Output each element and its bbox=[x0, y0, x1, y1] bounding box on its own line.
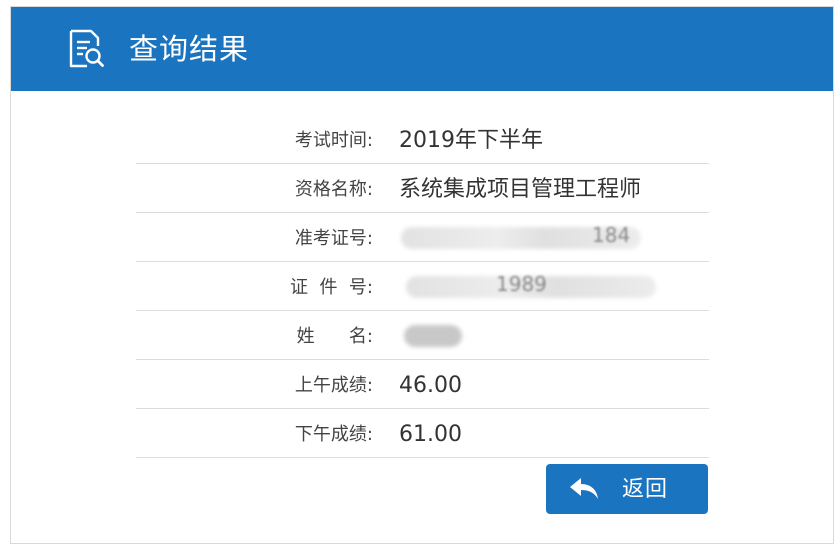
row-afternoon-score: 下午成绩: 61.00 bbox=[136, 409, 709, 458]
header-bar: 查询结果 bbox=[11, 7, 833, 91]
reply-arrow-icon bbox=[570, 478, 598, 499]
row-qualification: 资格名称: 系统集成项目管理工程师 bbox=[136, 164, 709, 213]
row-value: 46.00 bbox=[399, 373, 462, 398]
row-label: 姓 名: bbox=[296, 326, 373, 347]
row-label: 下午成绩: bbox=[294, 424, 373, 445]
back-button-label: 返回 bbox=[622, 476, 669, 501]
row-label: 准考证号: bbox=[294, 228, 373, 249]
row-value: 61.00 bbox=[399, 422, 462, 447]
redacted-fragment: 1989 bbox=[496, 272, 546, 296]
row-label: 证 件 号: bbox=[290, 277, 373, 298]
row-value: 系统集成项目管理工程师 bbox=[399, 177, 642, 202]
search-document-icon bbox=[69, 29, 104, 68]
result-table: 考试时间: 2019年下半年 资格名称: 系统集成项目管理工程师 准考证号: 1… bbox=[136, 115, 709, 458]
page-title: 查询结果 bbox=[129, 32, 250, 66]
row-value: 2019年下半年 bbox=[399, 128, 543, 153]
row-label: 考试时间: bbox=[294, 130, 373, 151]
row-label: 上午成绩: bbox=[294, 375, 373, 396]
row-label: 资格名称: bbox=[294, 179, 373, 200]
row-name: 姓 名: bbox=[136, 311, 709, 360]
redacted-value bbox=[404, 325, 462, 347]
row-id-number: 证 件 号: 1989 bbox=[136, 262, 709, 311]
row-ticket-number: 准考证号: 184 bbox=[136, 213, 709, 262]
row-morning-score: 上午成绩: 46.00 bbox=[136, 360, 709, 409]
back-button[interactable]: 返回 bbox=[546, 464, 708, 514]
result-card: 查询结果 考试时间: 2019年下半年 资格名称: 系统集成项目管理工程师 准考… bbox=[10, 6, 834, 544]
redacted-fragment: 184 bbox=[592, 223, 631, 247]
row-exam-time: 考试时间: 2019年下半年 bbox=[136, 115, 709, 164]
